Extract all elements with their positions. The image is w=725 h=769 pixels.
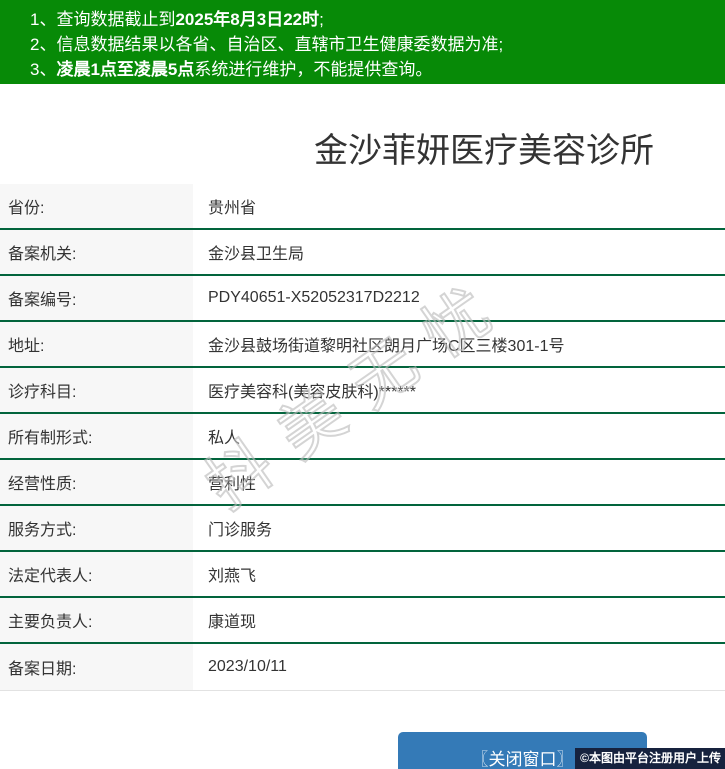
row-value: 2023/10/11 <box>193 644 725 690</box>
row-label: 备案编号: <box>0 276 193 320</box>
notice-2-text: 2、信息数据结果以各省、自治区、直辖市卫生健康委数据为准; <box>30 35 503 54</box>
row-value: 贵州省 <box>193 184 725 228</box>
row-value: 营利性 <box>193 460 725 504</box>
notice-line-3: 3、凌晨1点至凌晨5点系统进行维护，不能提供查询。 <box>30 57 725 82</box>
row-value: 医疗美容科(美容皮肤科)****** <box>193 368 725 412</box>
notice-1-text: 1、查询数据截止到 <box>30 10 175 29</box>
table-row-address: 地址: 金沙县鼓场街道黎明社区朗月广场C区三楼301-1号 <box>0 322 725 368</box>
copyright-badge: ©本图由平台注册用户上传 <box>575 748 725 769</box>
table-row-legal-representative: 法定代表人: 刘燕飞 <box>0 552 725 598</box>
row-value: 金沙县鼓场街道黎明社区朗月广场C区三楼301-1号 <box>193 322 725 366</box>
notice-3-bold: 凌晨1点至凌晨5点 <box>56 60 194 79</box>
notice-1-suffix: ; <box>319 10 324 29</box>
record-info-table: 省份: 贵州省 备案机关: 金沙县卫生局 备案编号: PDY40651-X520… <box>0 184 725 691</box>
row-value: 康道现 <box>193 598 725 642</box>
row-value: 门诊服务 <box>193 506 725 550</box>
table-row-ownership: 所有制形式: 私人 <box>0 414 725 460</box>
notice-1-bold: 2025年8月3日22时 <box>175 10 319 29</box>
table-row-treatment-subjects: 诊疗科目: 医疗美容科(美容皮肤科)****** <box>0 368 725 414</box>
table-row-operation-nature: 经营性质: 营利性 <box>0 460 725 506</box>
table-row-service-mode: 服务方式: 门诊服务 <box>0 506 725 552</box>
row-label: 法定代表人: <box>0 552 193 596</box>
row-value: 金沙县卫生局 <box>193 230 725 274</box>
row-label: 地址: <box>0 322 193 366</box>
row-label: 主要负责人: <box>0 598 193 642</box>
notice-3-text: 3、 <box>30 60 56 79</box>
row-value: 私人 <box>193 414 725 458</box>
row-label: 省份: <box>0 184 193 228</box>
table-row-filing-authority: 备案机关: 金沙县卫生局 <box>0 230 725 276</box>
row-label: 所有制形式: <box>0 414 193 458</box>
record-detail-page: 1、查询数据截止到2025年8月3日22时; 2、信息数据结果以各省、自治区、直… <box>0 0 725 769</box>
row-value: 刘燕飞 <box>193 552 725 596</box>
row-label: 经营性质: <box>0 460 193 504</box>
row-label: 诊疗科目: <box>0 368 193 412</box>
row-label: 备案日期: <box>0 644 193 690</box>
notice-line-2: 2、信息数据结果以各省、自治区、直辖市卫生健康委数据为准; <box>30 32 725 57</box>
table-row-main-person-in-charge: 主要负责人: 康道现 <box>0 598 725 644</box>
row-value: PDY40651-X52052317D2212 <box>193 276 725 320</box>
notice-3-suffix: 系统进行维护，不能提供查询。 <box>194 60 432 79</box>
row-label: 服务方式: <box>0 506 193 550</box>
table-row-filing-number: 备案编号: PDY40651-X52052317D2212 <box>0 276 725 322</box>
notice-line-1: 1、查询数据截止到2025年8月3日22时; <box>30 7 725 32</box>
row-label: 备案机关: <box>0 230 193 274</box>
table-row-filing-date: 备案日期: 2023/10/11 <box>0 644 725 691</box>
clinic-name-title: 金沙菲妍医疗美容诊所 <box>314 123 654 172</box>
notice-bar: 1、查询数据截止到2025年8月3日22时; 2、信息数据结果以各省、自治区、直… <box>0 0 725 84</box>
table-row-province: 省份: 贵州省 <box>0 184 725 230</box>
